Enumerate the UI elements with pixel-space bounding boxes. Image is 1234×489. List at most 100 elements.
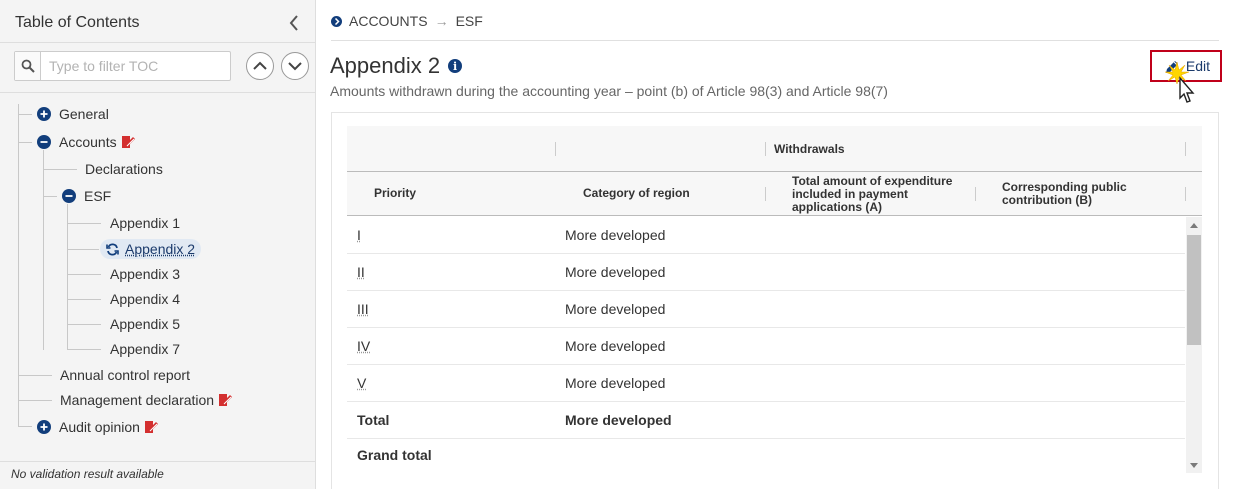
toc-item-declarations[interactable]: Declarations — [85, 161, 163, 177]
divider — [975, 187, 976, 201]
toc-item-label: General — [59, 106, 109, 122]
expand-icon[interactable] — [37, 420, 51, 434]
divider — [555, 142, 556, 156]
toc-item-label: Appendix 1 — [110, 215, 181, 231]
tree-line — [18, 426, 32, 427]
chevron-right-icon — [331, 15, 342, 27]
toc-item-label: Annual control report — [60, 367, 190, 383]
tree-line — [18, 142, 32, 143]
tree-line — [18, 400, 52, 401]
priority-cell[interactable]: V — [357, 375, 366, 391]
chevron-down-icon — [288, 62, 302, 71]
breadcrumb-separator: → — [434, 13, 449, 29]
info-icon[interactable]: i — [448, 59, 463, 73]
table-group-header: Withdrawals — [347, 126, 1202, 172]
tree-line — [67, 223, 101, 224]
chevron-up-icon — [253, 61, 267, 70]
toc-item-label: ESF — [84, 188, 112, 204]
toc-item-label: Accounts — [59, 134, 117, 150]
toc-item-appendix-3[interactable]: Appendix 3 — [110, 266, 180, 282]
scroll-up-icon[interactable] — [1190, 223, 1198, 228]
priority-cell[interactable]: IV — [357, 338, 370, 354]
toc-item-audit-opinion[interactable]: Audit opinion — [37, 419, 159, 435]
toc-item-annual-control-report[interactable]: Annual control report — [60, 367, 190, 383]
tree-line — [18, 375, 52, 376]
tree-line — [67, 204, 68, 350]
page-subtitle: Amounts withdrawn during the accounting … — [330, 83, 888, 99]
category-cell: More developed — [565, 412, 672, 428]
withdrawals-header: Withdrawals — [774, 142, 845, 156]
tree-line — [67, 349, 101, 350]
breadcrumb-accounts[interactable]: ACCOUNTS — [349, 13, 428, 29]
table-row: IV More developed — [347, 328, 1185, 365]
next-button[interactable] — [281, 52, 309, 80]
category-cell: More developed — [565, 227, 666, 243]
tree-line — [67, 274, 101, 275]
divider — [1185, 187, 1186, 201]
priority-cell[interactable]: II — [357, 264, 365, 280]
column-header-category: Category of region — [583, 186, 690, 200]
table-column-header: Priority Category of region Total amount… — [347, 172, 1202, 216]
table-row-grand-total: Grand total — [347, 439, 1185, 476]
toc-item-label: Appendix 7 — [110, 341, 181, 357]
toc-item-appendix-2[interactable]: Appendix 2 — [100, 239, 202, 259]
toc-item-label: Declarations — [85, 161, 163, 177]
collapse-icon[interactable] — [37, 135, 51, 149]
toc-item-label: Appendix 3 — [110, 266, 181, 282]
validation-status: No validation result available — [11, 467, 164, 481]
page-title: Appendix 2 i — [330, 53, 463, 79]
page-title-text: Appendix 2 — [330, 53, 441, 78]
divider — [765, 142, 766, 156]
tree-line — [43, 196, 57, 197]
toc-item-accounts[interactable]: Accounts — [37, 134, 136, 150]
search-icon — [15, 52, 41, 80]
previous-button[interactable] — [246, 52, 274, 80]
category-cell: More developed — [565, 375, 666, 391]
table-row: I More developed — [347, 217, 1185, 254]
toc-item-general[interactable]: General — [37, 106, 109, 122]
scroll-down-icon[interactable] — [1190, 463, 1198, 468]
toc-filter — [14, 51, 231, 81]
toc-item-appendix-5[interactable]: Appendix 5 — [110, 316, 180, 332]
priority-cell: Total — [357, 412, 390, 428]
breadcrumb-esf[interactable]: ESF — [456, 13, 483, 29]
expand-icon[interactable] — [37, 107, 51, 121]
collapse-icon[interactable] — [62, 189, 76, 203]
tree-line — [18, 104, 19, 426]
tree-line — [67, 299, 101, 300]
column-header-priority: Priority — [374, 186, 417, 200]
divider — [1185, 142, 1186, 156]
toc-filter-input[interactable] — [41, 52, 230, 80]
scrollbar-thumb[interactable] — [1187, 235, 1201, 345]
divider — [0, 92, 316, 93]
category-cell: More developed — [565, 338, 666, 354]
divider — [331, 40, 1219, 41]
tree-line — [18, 114, 32, 115]
tree-line — [67, 324, 101, 325]
column-header-public-contribution: Corresponding public contribution (B) — [1002, 180, 1127, 207]
divider — [765, 187, 766, 201]
toc-item-label: Audit opinion — [59, 419, 140, 435]
collapse-sidebar-button[interactable] — [284, 12, 304, 34]
table-row: III More developed — [347, 291, 1185, 328]
toc-item-label: Appendix 5 — [110, 316, 181, 332]
table-row-total: Total More developed — [347, 402, 1185, 439]
chevron-left-icon — [289, 15, 298, 31]
divider — [0, 461, 316, 462]
toc-item-appendix-1[interactable]: Appendix 1 — [110, 215, 180, 231]
table-row: V More developed — [347, 365, 1185, 402]
priority-cell: Grand total — [357, 447, 432, 463]
edit-warning-icon — [121, 135, 136, 149]
tree-line — [43, 169, 77, 170]
priority-cell[interactable]: III — [357, 301, 369, 317]
priority-cell[interactable]: I — [357, 227, 361, 243]
toc-item-label: Appendix 4 — [110, 291, 181, 307]
toc-title: Table of Contents — [15, 14, 140, 31]
pointer-cursor-icon — [1164, 61, 1201, 113]
divider — [0, 42, 316, 43]
toc-item-management-declaration[interactable]: Management declaration — [60, 392, 233, 408]
toc-item-appendix-7[interactable]: Appendix 7 — [110, 341, 180, 357]
edit-warning-icon — [218, 393, 233, 407]
toc-item-esf[interactable]: ESF — [62, 188, 111, 204]
toc-item-appendix-4[interactable]: Appendix 4 — [110, 291, 180, 307]
